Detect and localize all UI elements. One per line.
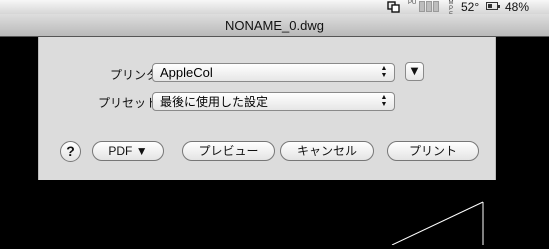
printer-popup[interactable]: AppleCol ▲ ▼ — [152, 63, 395, 82]
popup-arrows-icon: ▲ ▼ — [380, 65, 388, 79]
menu-bar: PU M P E M 52° 48% — [0, 0, 549, 24]
window-title: NONAME_0.dwg — [225, 18, 324, 33]
expand-dialog-button[interactable]: ▼ — [405, 62, 424, 81]
cpu-meter-bar — [426, 1, 432, 12]
sync-icon[interactable] — [387, 0, 400, 14]
temperature-readout[interactable]: 52° — [461, 0, 479, 14]
battery-level-fill — [488, 4, 492, 8]
preview-button[interactable]: プレビュー — [182, 141, 275, 161]
drawing-line — [391, 201, 484, 246]
pdf-menu-button[interactable]: PDF ▼ — [92, 141, 164, 161]
battery-icon[interactable] — [486, 0, 500, 14]
print-sheet: プリンタ： AppleCol ▲ ▼ ▼ プリセット： 最後に使用した設定 ▲ ▼ … — [38, 37, 496, 180]
printer-value: AppleCol — [160, 65, 213, 80]
battery-percent[interactable]: 48% — [505, 0, 529, 14]
window-title-bar[interactable]: NONAME_0.dwg — [0, 14, 549, 37]
cpu-meter-label: PU — [408, 0, 417, 6]
print-button[interactable]: プリント — [387, 141, 479, 161]
help-button[interactable]: ? — [60, 141, 81, 162]
preset-value: 最後に使用した設定 — [160, 95, 269, 109]
cpu-meter-bar — [433, 1, 439, 12]
cpu-meter[interactable] — [419, 0, 441, 14]
preset-popup[interactable]: 最後に使用した設定 ▲ ▼ — [152, 92, 395, 111]
cpu-meter-bar — [419, 1, 425, 12]
cancel-button[interactable]: キャンセル — [280, 141, 374, 161]
popup-arrows-icon: ▲ ▼ — [380, 94, 388, 108]
memory-meter-label: M P E M — [448, 0, 454, 24]
